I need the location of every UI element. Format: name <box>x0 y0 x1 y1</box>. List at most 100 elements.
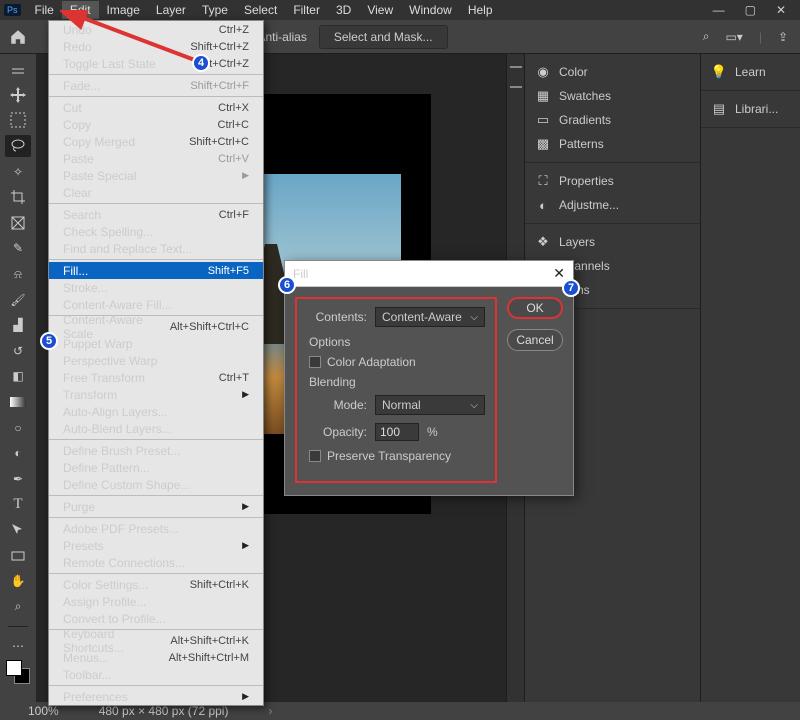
menu-item-purge[interactable]: Purge▶ <box>49 498 263 515</box>
menu-item-content-aware-scale[interactable]: Content-Aware ScaleAlt+Shift+Ctrl+C <box>49 318 263 335</box>
menu-item-copy-merged[interactable]: Copy MergedShift+Ctrl+C <box>49 133 263 150</box>
menu-item-color-settings[interactable]: Color Settings...Shift+Ctrl+K <box>49 576 263 593</box>
zoom-tool[interactable]: ⌕ <box>5 596 31 618</box>
menu-item-toolbar[interactable]: Toolbar... <box>49 666 263 683</box>
gradient-tool[interactable] <box>5 391 31 413</box>
menu-item-check-spelling[interactable]: Check Spelling... <box>49 223 263 240</box>
menu-item-copy[interactable]: CopyCtrl+C <box>49 116 263 133</box>
opacity-input[interactable]: 100 <box>375 423 419 441</box>
frame-tool[interactable] <box>5 212 31 234</box>
dialog-titlebar[interactable]: Fill ✕ <box>285 261 573 287</box>
menu-item-convert-to-profile[interactable]: Convert to Profile... <box>49 610 263 627</box>
edit-toolbar-button[interactable]: ⋯ <box>5 635 31 657</box>
menu-item-perspective-warp[interactable]: Perspective Warp <box>49 352 263 369</box>
panel-adjustments[interactable]: ◐Adjustme... <box>525 193 700 217</box>
preserve-transparency-checkbox[interactable]: Preserve Transparency <box>309 449 485 463</box>
menu-3d[interactable]: 3D <box>328 1 359 19</box>
share-icon[interactable]: ⇪ <box>778 30 788 44</box>
checkbox-icon <box>309 450 321 462</box>
fg-bg-swatches[interactable] <box>6 660 30 684</box>
menu-item-redo[interactable]: RedoShift+Ctrl+Z <box>49 38 263 55</box>
panel-gradients[interactable]: ▭Gradients <box>525 108 700 132</box>
menu-item-transform[interactable]: Transform▶ <box>49 386 263 403</box>
ok-button[interactable]: OK <box>507 297 563 319</box>
swatches-icon: ▦ <box>535 88 551 104</box>
menu-file[interactable]: File <box>27 1 62 19</box>
search-icon[interactable]: ⌕ <box>703 29 710 44</box>
menu-item-define-pattern[interactable]: Define Pattern... <box>49 459 263 476</box>
menu-layer[interactable]: Layer <box>148 1 194 19</box>
magic-wand-tool[interactable]: ✧ <box>5 161 31 183</box>
menu-item-adobe-pdf-presets[interactable]: Adobe PDF Presets... <box>49 520 263 537</box>
panel-patterns[interactable]: ▩Patterns <box>525 132 700 156</box>
menu-item-fill[interactable]: Fill...Shift+F5 <box>49 262 263 279</box>
crop-tool[interactable] <box>5 186 31 208</box>
menu-item-undo[interactable]: UndoCtrl+Z <box>49 21 263 38</box>
menu-help[interactable]: Help <box>460 1 501 19</box>
eraser-tool[interactable]: ◧ <box>5 366 31 388</box>
menu-item-free-transform[interactable]: Free TransformCtrl+T <box>49 369 263 386</box>
layout-icon[interactable]: ▭▾ <box>725 30 742 44</box>
healing-brush-tool[interactable]: ⍾ <box>5 263 31 285</box>
panel-libraries[interactable]: ▤Librari... <box>701 97 800 121</box>
menu-type[interactable]: Type <box>194 1 236 19</box>
close-icon[interactable]: ✕ <box>776 3 786 17</box>
menu-edit[interactable]: Edit <box>62 1 99 19</box>
mode-select[interactable]: Normal <box>375 395 485 415</box>
pen-tool[interactable]: ✒ <box>5 468 31 490</box>
panel-properties[interactable]: ⛶Properties <box>525 169 700 193</box>
doc-dimensions: 480 px × 480 px (72 ppi) <box>99 704 229 718</box>
maximize-icon[interactable]: ▢ <box>745 3 756 17</box>
clone-stamp-tool[interactable]: ▟ <box>5 314 31 336</box>
menu-item-content-aware-fill[interactable]: Content-Aware Fill... <box>49 296 263 313</box>
menu-filter[interactable]: Filter <box>285 1 328 19</box>
dialog-close-icon[interactable]: ✕ <box>553 265 565 282</box>
lasso-tool[interactable] <box>5 135 31 157</box>
menu-item-cut[interactable]: CutCtrl+X <box>49 99 263 116</box>
marquee-tool[interactable] <box>5 110 31 132</box>
brush-tool[interactable]: 🖌 <box>5 289 31 311</box>
menu-item-search[interactable]: SearchCtrl+F <box>49 206 263 223</box>
menu-item-find-and-replace-text[interactable]: Find and Replace Text... <box>49 240 263 257</box>
dodge-tool[interactable]: ◐ <box>5 443 31 465</box>
menu-item-paste-special: Paste Special▶ <box>49 167 263 184</box>
menu-item-stroke[interactable]: Stroke... <box>49 279 263 296</box>
contents-select[interactable]: Content-Aware <box>375 307 485 327</box>
panel-swatches[interactable]: ▦Swatches <box>525 84 700 108</box>
hand-tool[interactable]: ✋ <box>5 571 31 593</box>
panel-layers[interactable]: ❖Layers <box>525 230 700 254</box>
move-tool[interactable] <box>5 84 31 106</box>
zoom-level[interactable]: 100% <box>28 704 59 718</box>
menu-item-keyboard-shortcuts[interactable]: Keyboard Shortcuts...Alt+Shift+Ctrl+K <box>49 632 263 649</box>
menu-item-assign-profile[interactable]: Assign Profile... <box>49 593 263 610</box>
menu-item-clear[interactable]: Clear <box>49 184 263 201</box>
type-tool[interactable]: T <box>5 494 31 516</box>
blur-tool[interactable]: ○ <box>5 417 31 439</box>
gradients-icon: ▭ <box>535 112 551 128</box>
home-icon[interactable] <box>8 28 28 46</box>
titlebar: Ps FileEditImageLayerTypeSelectFilter3DV… <box>0 0 800 20</box>
menu-item-toggle-last-state[interactable]: Toggle Last Statet+Ctrl+Z <box>49 55 263 72</box>
menu-item-preferences[interactable]: Preferences▶ <box>49 688 263 705</box>
path-select-tool[interactable] <box>5 519 31 541</box>
menu-window[interactable]: Window <box>401 1 460 19</box>
toolbar-grip-icon[interactable] <box>12 68 24 74</box>
panel-learn[interactable]: 💡Learn <box>701 60 800 84</box>
color-adaptation-checkbox[interactable]: Color Adaptation <box>309 355 485 369</box>
fg-color-swatch[interactable] <box>6 660 22 676</box>
menu-item-auto-blend-layers: Auto-Blend Layers... <box>49 420 263 437</box>
minimize-icon[interactable]: — <box>713 3 725 17</box>
select-and-mask-button[interactable]: Select and Mask... <box>319 25 448 49</box>
menu-item-remote-connections[interactable]: Remote Connections... <box>49 554 263 571</box>
menu-image[interactable]: Image <box>99 1 148 19</box>
lightbulb-icon: 💡 <box>711 64 727 80</box>
menu-item-presets[interactable]: Presets▶ <box>49 537 263 554</box>
panel-color[interactable]: ◉Color <box>525 60 700 84</box>
rectangle-tool[interactable] <box>5 545 31 567</box>
menu-select[interactable]: Select <box>236 1 285 19</box>
menu-view[interactable]: View <box>359 1 401 19</box>
cancel-button[interactable]: Cancel <box>507 329 563 351</box>
eyedropper-tool[interactable]: ✎ <box>5 238 31 260</box>
history-brush-tool[interactable]: ↺ <box>5 340 31 362</box>
menu-item-define-brush-preset[interactable]: Define Brush Preset... <box>49 442 263 459</box>
